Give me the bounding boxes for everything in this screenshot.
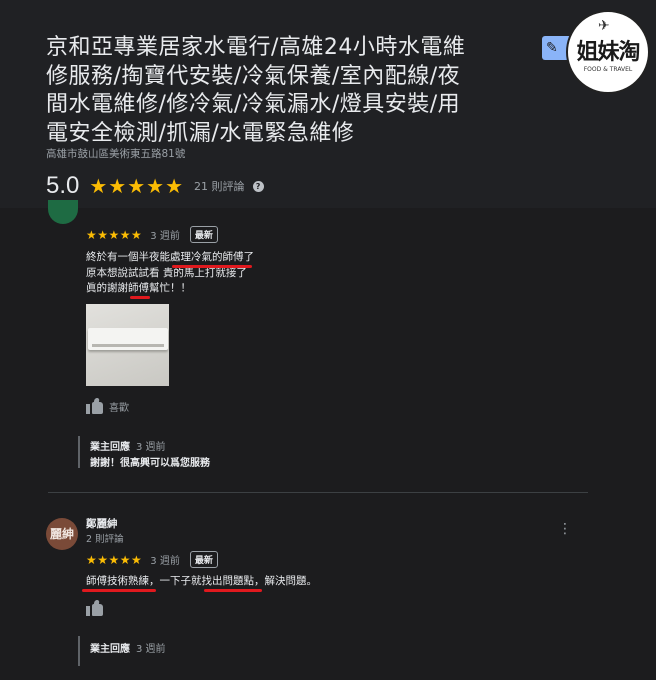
review-stars: ★★★★★ — [86, 552, 143, 567]
review-line: 終於有一個半夜能處理冷氣的師傅了 — [86, 251, 254, 263]
review-count-link[interactable]: 21 則評論 — [194, 178, 245, 194]
avatar[interactable]: 麗紳 — [46, 518, 78, 550]
place-title: 京和亞專業居家水電行/高雄24小時水電維修服務/掏寶代安裝/冷氣保養/室內配線/… — [46, 35, 466, 146]
like-button[interactable] — [86, 600, 109, 616]
review-time: 3 週前 — [150, 556, 180, 567]
highlight-underline — [130, 296, 150, 299]
owner-reply-bar — [78, 436, 80, 468]
thumbs-up-icon — [86, 600, 103, 616]
like-label: 喜歡 — [109, 402, 129, 414]
plane-icon: ✈ — [598, 18, 610, 34]
highlight-underline — [172, 265, 252, 268]
review-line: 眞的謝謝師傅幫忙！！ — [86, 282, 191, 294]
owner-reply-text: 謝謝！很高興可以爲您服務 — [90, 458, 210, 469]
owner-response-label: 業主回應 3 週前 — [90, 644, 166, 655]
thumbs-up-icon — [86, 398, 103, 414]
review-meta: ★★★★★ 3 週前 最新 — [86, 551, 218, 568]
watermark-subtitle: FOOD & TRAVEL — [583, 66, 633, 73]
owner-reply-bar — [78, 636, 80, 666]
highlight-underline — [204, 589, 262, 592]
watermark-text: 姐妹淘 — [576, 40, 640, 65]
pencil-icon: ✎ — [546, 40, 558, 56]
review-divider — [48, 492, 588, 493]
review-stars: ★★★★★ — [86, 227, 143, 242]
rating-summary: 5.0 ★★★★★ 21 則評論 ? — [46, 172, 264, 200]
review-photo[interactable] — [86, 304, 169, 386]
reviewer-review-count: 2 則評論 — [86, 534, 124, 545]
rating-stars: ★★★★★ — [89, 174, 185, 198]
rating-score: 5.0 — [46, 172, 80, 199]
reviewer-name[interactable]: 鄭麗紳 — [86, 516, 118, 531]
place-address: 高雄市鼓山區美術東五路81號 — [46, 148, 186, 160]
new-badge: 最新 — [189, 551, 218, 568]
review-meta: ★★★★★ 3 週前 最新 — [86, 226, 218, 243]
help-icon[interactable]: ? — [252, 180, 264, 192]
review-time: 3 週前 — [150, 231, 180, 242]
review-text: 終於有一個半夜能處理冷氣的師傅了 原本想說試試看 貴的馬上打就接了 眞的謝謝師傅… — [86, 250, 254, 297]
new-badge: 最新 — [189, 226, 218, 243]
review-text: 師傅技術熟練，一下子就找出問題點，解決問題。 — [86, 575, 317, 587]
more-options-icon[interactable]: ⋮ — [558, 522, 572, 536]
owner-response-label: 業主回應 3 週前 — [90, 442, 166, 453]
like-button[interactable]: 喜歡 — [86, 398, 129, 414]
highlight-underline — [82, 589, 156, 592]
watermark-logo: ✈ 姐妹淘 FOOD & TRAVEL — [566, 10, 650, 94]
air-conditioner-image — [88, 328, 168, 350]
